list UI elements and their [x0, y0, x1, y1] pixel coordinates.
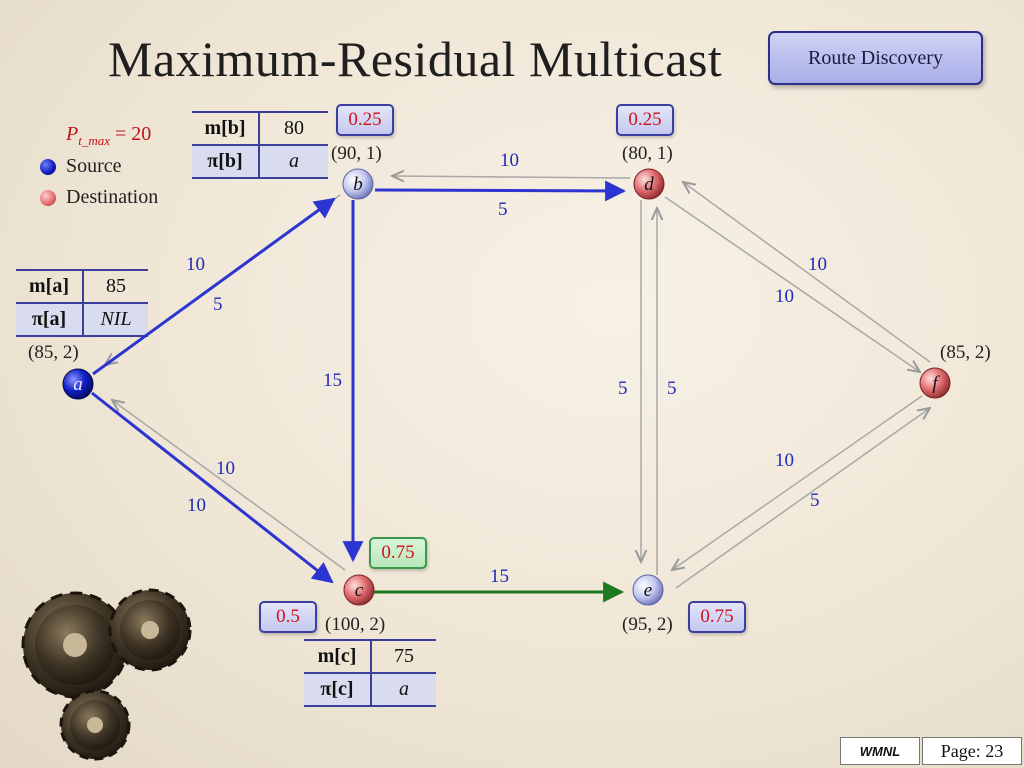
weight-bc: 15	[323, 370, 342, 391]
weight-ab-back: 10	[186, 254, 205, 275]
coords-f: (85, 2)	[940, 342, 991, 363]
badge-e: 0.75	[688, 601, 746, 633]
badge-d: 0.25	[616, 104, 674, 136]
edge-f-e	[672, 395, 923, 570]
node-b-label: b	[353, 174, 363, 195]
weight-ab-fwd: 5	[213, 294, 223, 315]
node-f[interactable]: f	[919, 367, 951, 399]
edge-f-d	[683, 182, 931, 363]
node-e-label: e	[644, 580, 652, 601]
coords-b: (90, 1)	[331, 143, 382, 164]
node-e[interactable]: e	[632, 574, 664, 606]
edge-a-b	[92, 197, 336, 376]
footer-lab-name: WMNL	[840, 737, 920, 765]
badge-b: 0.25	[336, 104, 394, 136]
coords-d: (80, 1)	[622, 143, 673, 164]
node-c[interactable]: c	[343, 574, 375, 606]
weight-ac-fwd: 10	[187, 495, 206, 516]
node-c-label: c	[355, 580, 364, 601]
node-b[interactable]: b	[342, 168, 374, 200]
edge-d-f	[664, 196, 920, 372]
coords-c: (100, 2)	[325, 614, 386, 635]
weight-df-back: 10	[808, 254, 827, 275]
weight-df-fwd: 10	[775, 286, 794, 307]
weight-bd-fwd: 5	[498, 199, 508, 220]
weight-de-up: 5	[667, 378, 677, 399]
weight-ef-fwd: 5	[810, 490, 820, 511]
weight-bd-back: 10	[500, 150, 519, 171]
edge-c-a-back	[112, 400, 346, 571]
node-a-label: a	[73, 374, 83, 395]
footer-page-number: Page: 23	[922, 737, 1022, 765]
coords-e: (95, 2)	[622, 614, 673, 635]
node-a[interactable]: a	[62, 368, 94, 400]
coords-a: (85, 2)	[28, 342, 79, 363]
edge-b-d	[374, 180, 627, 202]
weight-de-down: 5	[618, 378, 628, 399]
weight-ac-back: 10	[216, 458, 235, 479]
badge-c-top: 0.75	[369, 537, 427, 569]
weight-ce: 15	[490, 566, 509, 587]
node-d-label: d	[644, 174, 654, 195]
network-graph: a b c d e f	[62, 168, 951, 606]
weight-ef-back: 10	[775, 450, 794, 471]
badge-c-left: 0.5	[259, 601, 317, 633]
node-d[interactable]: d	[633, 168, 665, 200]
edge-e-f	[675, 408, 930, 589]
edge-d-b-back	[392, 176, 631, 178]
edge-a-c	[91, 391, 334, 584]
